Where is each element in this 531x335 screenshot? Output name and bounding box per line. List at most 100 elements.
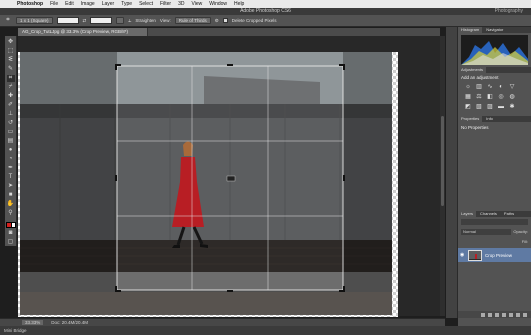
layer-filter-select[interactable] [461,219,528,225]
selective-color-icon[interactable]: ✱ [508,104,516,111]
dodge-tool-icon[interactable]: ◔ [7,156,15,163]
tab-properties[interactable]: Properties [458,116,483,122]
eraser-tool-icon[interactable]: ▭ [7,129,15,136]
clear-button[interactable] [116,17,125,24]
blend-mode-select[interactable]: Normal [461,229,512,235]
menu-help[interactable]: Help [234,1,244,7]
tab-histogram[interactable]: Histogram [458,27,483,33]
hand-tool-icon[interactable]: ✋ [7,201,15,208]
blur-tool-icon[interactable]: ● [7,147,15,154]
pen-tool-icon[interactable]: ✒ [7,165,15,172]
gradient-map-icon[interactable]: ▬ [497,104,505,111]
lasso-tool-icon[interactable]: ᓬ [7,57,15,64]
add-mask-icon[interactable] [495,312,499,317]
tab-layers[interactable]: Layers [458,211,477,217]
hue-saturation-icon[interactable]: ▦ [464,94,472,101]
crop-height-field[interactable] [90,17,113,24]
crop-width-field[interactable] [56,17,79,24]
tab-adjustments[interactable]: Adjustments [458,67,487,73]
tab-paths[interactable]: Paths [501,211,517,217]
marquee-tool-icon[interactable]: ⬚ [7,48,15,55]
gradient-tool-icon[interactable]: ▤ [7,138,15,145]
menu-type[interactable]: Type [121,1,132,7]
menu-layer[interactable]: Layer [102,1,115,7]
histogram-display [461,35,528,65]
black-white-icon[interactable]: ◧ [486,94,494,101]
crop-ratio-select[interactable]: 1 x 1 (Square) [16,17,53,24]
adjustments-title: Add an adjustment [461,75,499,80]
menu-3d[interactable]: 3D [178,1,184,7]
color-swatches[interactable] [5,222,16,228]
zoom-level[interactable]: 33.33% [22,320,44,325]
threshold-icon[interactable]: ▨ [486,104,494,111]
exposure-icon[interactable]: ◐ [497,84,505,91]
adjustments-grid: ☼ ▥ ∿ ◐ ▽ ▦ ⚖ ◧ ◎ ◍ ◩ ▧ ▨ ▬ ✱ [458,82,531,113]
menu-view[interactable]: View [192,1,203,7]
layer-thumbnail[interactable] [468,249,482,261]
menu-edit[interactable]: Edit [65,1,74,7]
history-brush-tool-icon[interactable]: ↺ [7,120,15,127]
vertical-scrollbar[interactable] [440,36,445,316]
swap-icon[interactable]: ⇄ [83,18,87,24]
visibility-eye-icon[interactable]: ◉ [460,252,465,258]
tab-channels[interactable]: Channels [477,211,500,217]
new-layer-icon[interactable] [516,312,520,317]
levels-icon[interactable]: ▥ [475,84,483,91]
color-balance-icon[interactable]: ⚖ [475,94,483,101]
brightness-icon[interactable]: ☼ [464,84,472,91]
screen-mode-icon[interactable]: ▢ [7,239,15,246]
quick-select-tool-icon[interactable]: ✎ [7,66,15,73]
document-tab[interactable]: AG_Crop_TutLJpg @ 33.3% (Crop Preview, R… [18,28,148,36]
menu-file[interactable]: File [50,1,58,7]
tab-info[interactable]: Info [483,116,496,122]
tab-navigator[interactable]: Navigator [483,27,506,33]
document-image[interactable] [20,52,392,315]
channel-mixer-icon[interactable]: ◍ [508,94,516,101]
add-style-icon[interactable] [488,312,492,317]
type-tool-icon[interactable]: T [7,174,15,181]
healing-brush-tool-icon[interactable]: ✚ [7,93,15,100]
crop-tool-icon[interactable]: ⌗ [6,75,15,82]
invert-icon[interactable]: ◩ [464,104,472,111]
menu-window[interactable]: Window [209,1,227,7]
overlay-select[interactable]: Rule of Thirds [174,17,211,24]
foreground-color-swatch[interactable] [5,222,12,228]
straighten-icon[interactable]: ⟂ [128,18,131,23]
vibrance-icon[interactable]: ▽ [508,84,516,91]
photo-filter-icon[interactable]: ◎ [497,94,505,101]
delete-cropped-label: Delete Cropped Pixels [231,18,277,23]
layers-filter-row [458,217,531,227]
layer-row[interactable]: ◉ Crop Preview [458,248,531,262]
zoom-tool-icon[interactable]: ⚲ [7,210,15,217]
path-selection-tool-icon[interactable]: ➤ [7,183,15,190]
brush-tool-icon[interactable]: ✐ [7,102,15,109]
mini-bridge-bar[interactable]: Mini Bridge [0,326,531,335]
properties-panel-body [458,133,531,211]
delete-cropped-checkbox[interactable] [222,18,228,23]
mini-bridge-label[interactable]: Mini Bridge [4,328,27,333]
link-layers-icon[interactable] [481,312,485,317]
layers-footer [458,311,531,318]
shape-tool-icon[interactable]: ■ [7,192,15,199]
menu-image[interactable]: Image [81,1,95,7]
layer-name[interactable]: Crop Preview [485,253,512,258]
quick-mask-icon[interactable]: ◙ [7,230,15,237]
posterize-icon[interactable]: ▧ [475,104,483,111]
layers-lock-row: Fill: [458,237,531,246]
eyedropper-tool-icon[interactable]: ⌿ [7,84,15,91]
menu-filter[interactable]: Filter [160,1,171,7]
clone-stamp-tool-icon[interactable]: ⊥ [7,111,15,118]
scrollbar-thumb[interactable] [441,116,444,206]
curves-icon[interactable]: ∿ [486,84,494,91]
workspace-switcher[interactable]: Photography [495,8,523,15]
crop-tool-preset-icon[interactable]: ⌗ [4,17,12,24]
menu-select[interactable]: Select [139,1,153,7]
new-adjustment-icon[interactable] [502,312,506,317]
trash-icon[interactable] [523,312,527,317]
gear-icon[interactable]: ⚙ [215,18,219,24]
properties-text: No Properties [461,125,489,130]
move-tool-icon[interactable]: ✥ [7,39,15,46]
doc-size: Doc: 20.4M/20.4M [51,320,89,325]
menu-app-name[interactable]: Photoshop [17,1,43,7]
new-group-icon[interactable] [509,312,513,317]
